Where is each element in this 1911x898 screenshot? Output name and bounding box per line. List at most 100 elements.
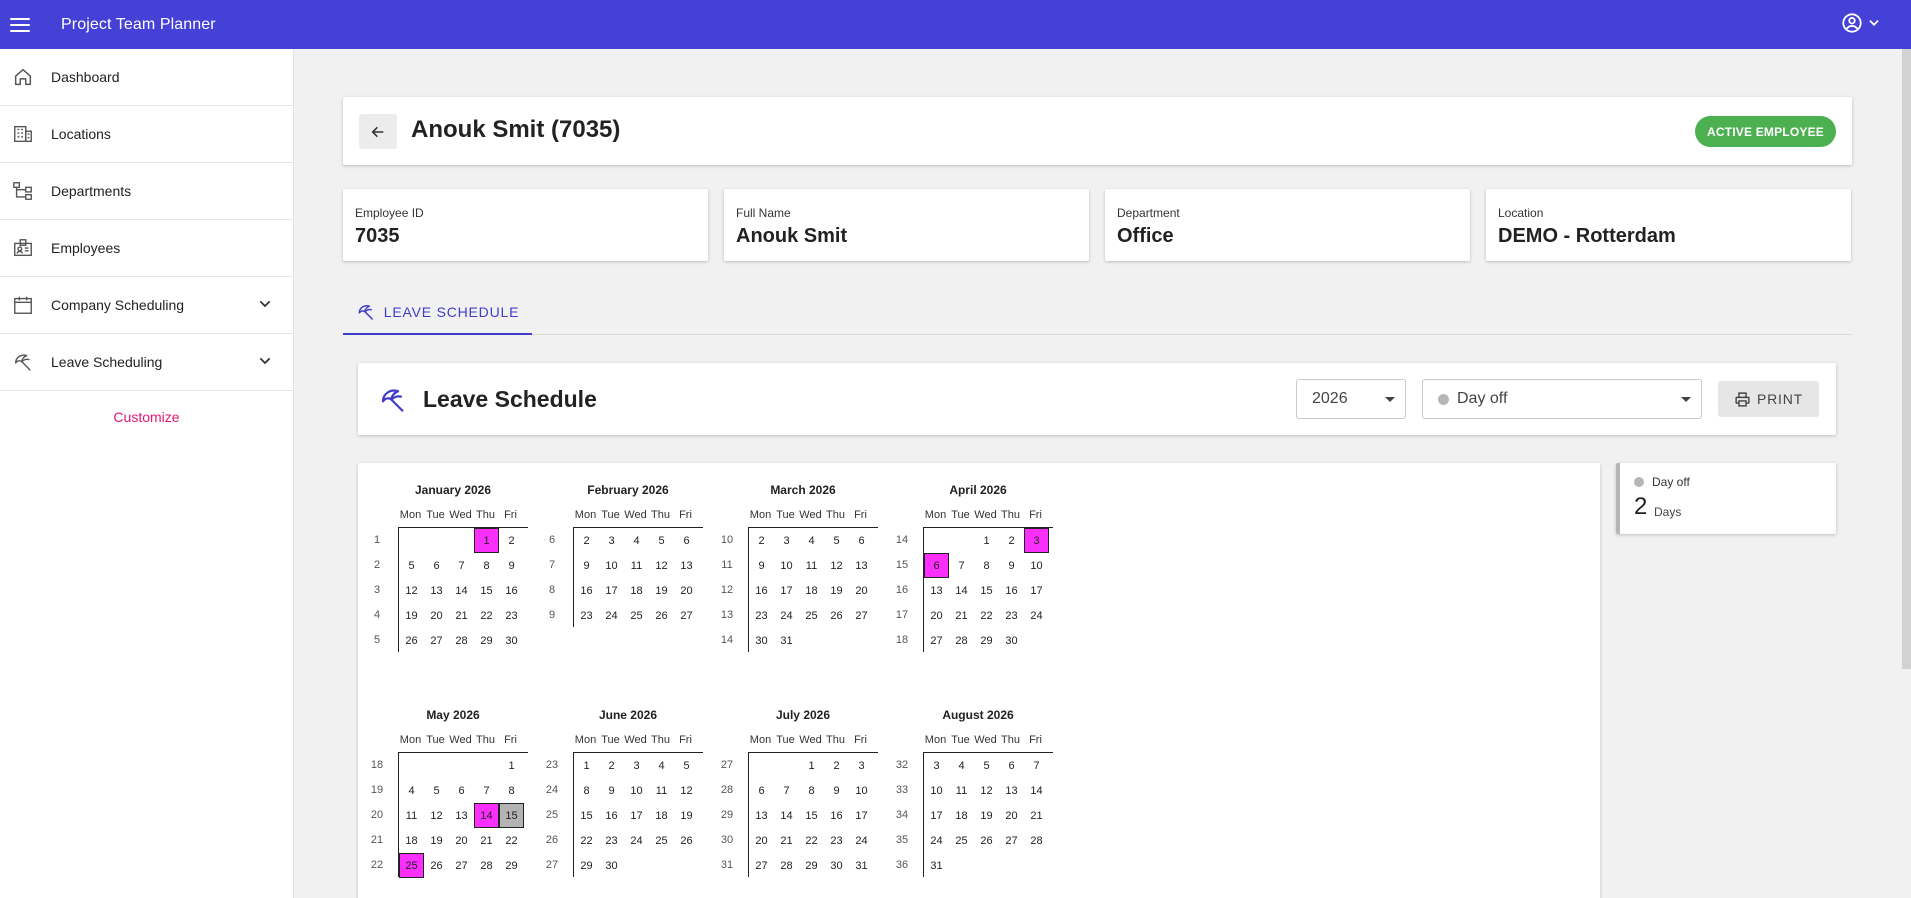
calendar-day[interactable]: 8 <box>574 778 599 803</box>
customize-link[interactable]: Customize <box>0 409 293 425</box>
calendar-day[interactable]: 7 <box>774 778 799 803</box>
calendar-day[interactable]: 24 <box>849 828 874 853</box>
calendar-day[interactable]: 21 <box>774 828 799 853</box>
calendar-day[interactable]: 2 <box>824 753 849 778</box>
calendar-day[interactable]: 18 <box>799 578 824 603</box>
calendar-day[interactable]: 25 <box>799 603 824 628</box>
sidebar-item-dashboard[interactable]: Dashboard <box>0 49 293 106</box>
calendar-day[interactable]: 22 <box>474 603 499 628</box>
calendar-day-holiday[interactable]: 15 <box>499 803 524 828</box>
calendar-day[interactable]: 6 <box>849 528 874 553</box>
calendar-day[interactable]: 20 <box>849 578 874 603</box>
calendar-day[interactable]: 30 <box>599 853 624 878</box>
calendar-day[interactable]: 17 <box>599 578 624 603</box>
calendar-day[interactable]: 13 <box>674 553 699 578</box>
calendar-day[interactable]: 2 <box>999 528 1024 553</box>
calendar-day[interactable]: 20 <box>924 603 949 628</box>
calendar-day[interactable]: 10 <box>774 553 799 578</box>
calendar-day[interactable]: 7 <box>449 553 474 578</box>
calendar-day[interactable]: 1 <box>974 528 999 553</box>
calendar-day[interactable]: 17 <box>849 803 874 828</box>
calendar-day[interactable]: 18 <box>649 803 674 828</box>
calendar-day[interactable]: 23 <box>599 828 624 853</box>
calendar-day[interactable]: 6 <box>449 778 474 803</box>
calendar-day[interactable]: 29 <box>474 628 499 653</box>
calendar-day[interactable]: 28 <box>1024 828 1049 853</box>
calendar-day[interactable]: 25 <box>624 603 649 628</box>
calendar-day[interactable]: 15 <box>799 803 824 828</box>
calendar-day[interactable]: 9 <box>999 553 1024 578</box>
menu-icon[interactable] <box>10 17 30 32</box>
calendar-day[interactable]: 28 <box>774 853 799 878</box>
calendar-day[interactable]: 26 <box>424 853 449 878</box>
calendar-day[interactable]: 31 <box>849 853 874 878</box>
calendar-day[interactable]: 27 <box>424 628 449 653</box>
calendar-day[interactable]: 5 <box>824 528 849 553</box>
calendar-day[interactable]: 12 <box>824 553 849 578</box>
calendar-day[interactable]: 29 <box>974 628 999 653</box>
calendar-day[interactable]: 8 <box>799 778 824 803</box>
calendar-day[interactable]: 27 <box>999 828 1024 853</box>
calendar-day[interactable]: 17 <box>924 803 949 828</box>
calendar-day[interactable]: 2 <box>749 528 774 553</box>
calendar-day[interactable]: 7 <box>474 778 499 803</box>
calendar-day[interactable]: 12 <box>424 803 449 828</box>
page-scrollbar[interactable] <box>1902 49 1911 669</box>
calendar-day[interactable]: 1 <box>799 753 824 778</box>
calendar-day[interactable]: 9 <box>599 778 624 803</box>
calendar-day[interactable]: 24 <box>599 603 624 628</box>
calendar-day[interactable]: 16 <box>824 803 849 828</box>
calendar-day[interactable]: 5 <box>649 528 674 553</box>
calendar-day[interactable]: 21 <box>949 603 974 628</box>
calendar-day[interactable]: 4 <box>949 753 974 778</box>
leave-type-select[interactable]: Day off <box>1422 379 1702 419</box>
year-select[interactable]: 2026 <box>1296 379 1406 419</box>
calendar-day[interactable]: 30 <box>999 628 1024 653</box>
calendar-day[interactable]: 11 <box>799 553 824 578</box>
calendar-day[interactable]: 14 <box>774 803 799 828</box>
calendar-day[interactable]: 20 <box>749 828 774 853</box>
calendar-day[interactable]: 28 <box>949 628 974 653</box>
calendar-day[interactable]: 3 <box>624 753 649 778</box>
calendar-day[interactable]: 24 <box>624 828 649 853</box>
calendar-day[interactable]: 16 <box>574 578 599 603</box>
calendar-day-leave[interactable]: 3 <box>1024 528 1049 553</box>
calendar-day[interactable]: 11 <box>624 553 649 578</box>
calendar-day[interactable]: 1 <box>499 753 524 778</box>
calendar-day[interactable]: 27 <box>749 853 774 878</box>
calendar-day[interactable]: 21 <box>474 828 499 853</box>
calendar-day[interactable]: 16 <box>749 578 774 603</box>
calendar-day[interactable]: 12 <box>674 778 699 803</box>
sidebar-item-departments[interactable]: Departments <box>0 163 293 220</box>
calendar-day[interactable]: 27 <box>924 628 949 653</box>
calendar-day[interactable]: 31 <box>924 853 949 878</box>
calendar-day[interactable]: 23 <box>824 828 849 853</box>
calendar-day[interactable]: 8 <box>499 778 524 803</box>
calendar-day[interactable]: 10 <box>599 553 624 578</box>
calendar-day[interactable]: 25 <box>649 828 674 853</box>
calendar-day[interactable]: 7 <box>1024 753 1049 778</box>
calendar-day[interactable]: 23 <box>999 603 1024 628</box>
calendar-day[interactable]: 3 <box>774 528 799 553</box>
calendar-day[interactable]: 18 <box>949 803 974 828</box>
calendar-day[interactable]: 13 <box>449 803 474 828</box>
calendar-day[interactable]: 9 <box>499 553 524 578</box>
calendar-day[interactable]: 12 <box>649 553 674 578</box>
calendar-day[interactable]: 6 <box>999 753 1024 778</box>
calendar-day[interactable]: 10 <box>624 778 649 803</box>
calendar-day[interactable]: 19 <box>974 803 999 828</box>
calendar-day[interactable]: 24 <box>774 603 799 628</box>
calendar-day[interactable]: 15 <box>574 803 599 828</box>
calendar-day[interactable]: 14 <box>449 578 474 603</box>
calendar-day[interactable]: 24 <box>924 828 949 853</box>
calendar-day[interactable]: 3 <box>849 753 874 778</box>
sidebar-item-company-scheduling[interactable]: Company Scheduling <box>0 277 293 334</box>
calendar-day[interactable]: 20 <box>424 603 449 628</box>
calendar-day[interactable]: 16 <box>599 803 624 828</box>
calendar-day[interactable]: 26 <box>649 603 674 628</box>
calendar-day[interactable]: 20 <box>449 828 474 853</box>
calendar-day-leave[interactable]: 14 <box>474 803 499 828</box>
calendar-day[interactable]: 13 <box>849 553 874 578</box>
calendar-day[interactable]: 2 <box>499 528 524 553</box>
calendar-day[interactable]: 12 <box>974 778 999 803</box>
